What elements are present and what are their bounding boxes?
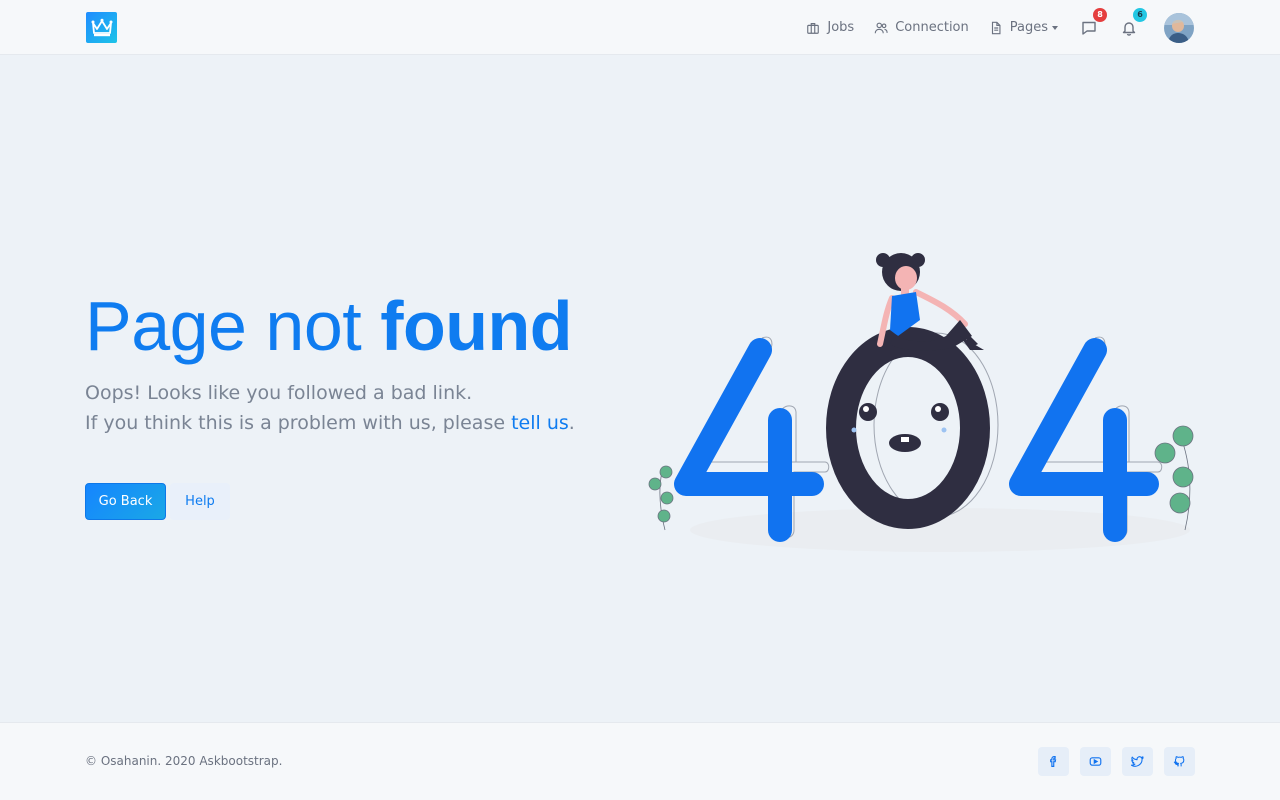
- nav-pages-dropdown[interactable]: Pages: [989, 20, 1058, 35]
- users-icon: [874, 22, 888, 33]
- four-right: [1009, 338, 1159, 542]
- plant-right: [1154, 425, 1194, 531]
- error-message-line2: If you think this is a problem with us, …: [85, 408, 575, 438]
- nav-jobs[interactable]: Jobs: [806, 20, 854, 35]
- user-avatar[interactable]: [1164, 12, 1194, 43]
- tell-us-link[interactable]: tell us: [511, 412, 569, 434]
- twitter-icon: [1131, 756, 1144, 767]
- page-title-bold: found: [380, 287, 573, 365]
- zero: [826, 327, 990, 529]
- facebook-icon: [1050, 756, 1057, 767]
- message-icon: [1082, 21, 1096, 35]
- youtube-icon: [1089, 757, 1102, 766]
- bell-icon: [1122, 21, 1136, 36]
- nav-connection[interactable]: Connection: [874, 20, 969, 35]
- file-icon: [991, 21, 1001, 34]
- page-title: Page not found: [85, 286, 573, 366]
- copyright-text: © Osahanin. 2020 Askbootstrap.: [85, 754, 283, 768]
- avatar-image: [1164, 12, 1194, 43]
- four-left: [674, 338, 824, 542]
- youtube-button[interactable]: [1080, 747, 1111, 776]
- 404-illustration: [648, 253, 1194, 552]
- messages-badge: 8: [1093, 7, 1107, 22]
- help-button[interactable]: Help: [170, 483, 230, 520]
- github-button[interactable]: [1164, 747, 1195, 776]
- messages-button[interactable]: 8: [1078, 7, 1107, 39]
- brand-logo[interactable]: [86, 12, 117, 43]
- plant-left: [648, 465, 674, 531]
- crown-icon: [91, 18, 112, 36]
- main-nav: Jobs Connection Pages 8 6: [806, 7, 1194, 43]
- go-back-button[interactable]: Go Back: [85, 483, 166, 520]
- social-links: [1038, 747, 1195, 776]
- zero-face: [851, 403, 949, 452]
- nav-jobs-label: Jobs: [827, 20, 855, 35]
- page-title-light: Page not: [85, 287, 381, 365]
- briefcase-icon: [807, 22, 820, 34]
- facebook-button[interactable]: [1038, 747, 1069, 776]
- notifications-badge: 6: [1133, 7, 1147, 22]
- nav-pages-label: Pages: [1009, 20, 1048, 35]
- notifications-button[interactable]: 6: [1118, 7, 1147, 39]
- error-message-prefix: If you think this is a problem with us, …: [85, 412, 512, 434]
- footer: © Osahanin. 2020 Askbootstrap.: [0, 722, 1280, 800]
- error-message: Oops! Looks like you followed a bad link…: [85, 378, 575, 438]
- error-message-suffix: .: [568, 412, 575, 434]
- nav-connection-label: Connection: [895, 20, 969, 35]
- top-navbar: Jobs Connection Pages 8 6: [0, 0, 1280, 55]
- twitter-button[interactable]: [1122, 747, 1153, 776]
- chevron-down-icon: [1052, 25, 1058, 30]
- github-icon: [1173, 756, 1185, 767]
- error-message-line1: Oops! Looks like you followed a bad link…: [85, 382, 473, 404]
